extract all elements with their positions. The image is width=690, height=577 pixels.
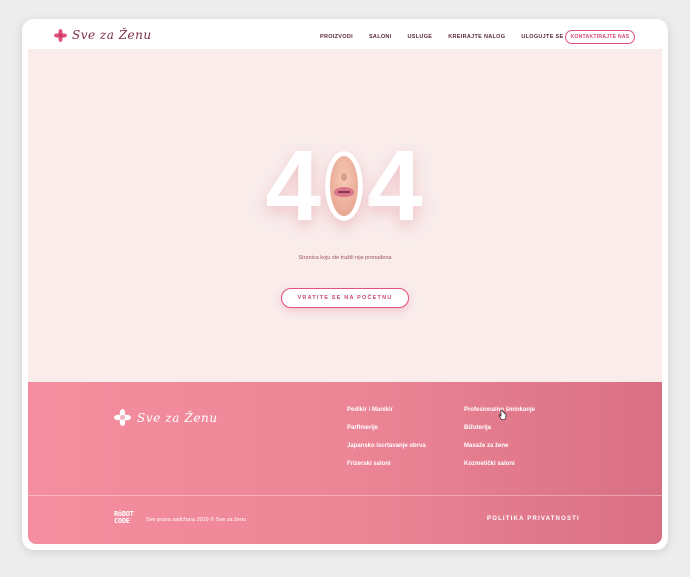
menu-item-register[interactable]: KREIRAJTE NALOG [448,34,505,40]
footer-link[interactable]: Pedikir i Manikir [347,407,426,425]
menu-item-usluge[interactable]: USLUGE [408,34,433,40]
footer-link[interactable]: Bižuterija [464,425,535,443]
error-digit-left: 4 [265,130,321,242]
footer-divider [28,495,662,496]
footer-link[interactable]: Frizerski saloni [347,461,426,479]
flower-icon [54,28,67,42]
browser-frame: Sve za Ženu PROIZVODI SALONI USLUGE KREI… [22,19,668,550]
contact-button[interactable]: KONTAKTIRAJTE NAS [565,30,635,44]
face-zero-image [325,151,363,221]
footer-links-col1: Pedikir i Manikir Parfimerije Japansko i… [347,407,426,479]
privacy-policy-link[interactable]: POLITIKA PRIVATNOSTI [487,516,580,522]
main-menu: PROIZVODI SALONI USLUGE KREIRAJTE NALOG … [320,34,579,40]
logo-text: Sve za Ženu [72,28,152,42]
error-digit-right: 4 [367,130,423,242]
menu-item-saloni[interactable]: SALONI [369,34,392,40]
error-code-404: 4 4 [254,131,434,241]
face-lips [334,187,354,197]
footer-link[interactable]: Japansko iscrtavanje obrva [347,443,426,461]
back-home-button[interactable]: VRATITE SE NA POČETNU [281,288,409,308]
copyright-text: Sve prava zadržana 2019 © Sve za ženu [146,517,247,523]
site-footer: Sve za Ženu Pedikir i Manikir Parfimerij… [28,382,662,544]
footer-logo[interactable]: Sve za Ženu [114,409,218,426]
site-logo[interactable]: Sve za Ženu [54,28,152,42]
robot-code-logo[interactable]: RöBOT CODE [114,511,134,525]
footer-logo-text: Sve za Ženu [137,410,218,425]
menu-item-proizvodi[interactable]: PROIZVODI [320,34,353,40]
menu-item-login[interactable]: ULOGUJTE SE [521,34,563,40]
footer-link[interactable]: Masaže za žene [464,443,535,461]
face-nose [341,173,347,181]
footer-link[interactable]: Kozmetički saloni [464,461,535,479]
error-message: Stranica koju ste tražili nije pronađena [298,255,392,261]
footer-link[interactable]: Parfimerije [347,425,426,443]
hand-cursor-icon [498,410,507,420]
error-section: 4 4 Stranica koju ste tražili nije prona… [28,49,662,382]
top-navbar: Sve za Ženu PROIZVODI SALONI USLUGE KREI… [22,19,668,49]
flower-icon [114,409,131,426]
